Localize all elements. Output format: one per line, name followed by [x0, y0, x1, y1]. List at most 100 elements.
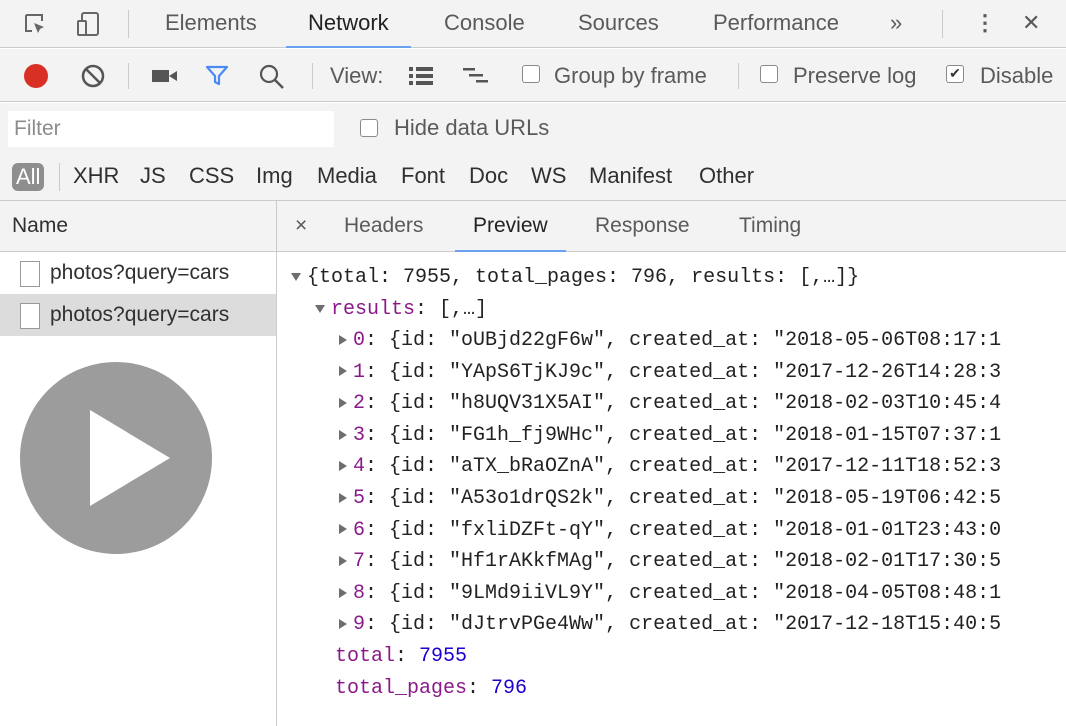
expand-triangle-icon[interactable] — [339, 555, 347, 566]
json-result-item[interactable]: 7: {id: "Hf1rAKkfMAg", created_at: "2018… — [339, 546, 1001, 577]
type-font[interactable]: Font — [401, 153, 445, 199]
json-result-item[interactable]: 6: {id: "fxliDZFt-qY", created_at: "2018… — [339, 515, 1001, 546]
filter-icon[interactable] — [204, 63, 230, 94]
large-rows-icon[interactable] — [408, 65, 434, 92]
result-id: "aTX_bRaOZnA" — [449, 455, 606, 479]
type-css[interactable]: CSS — [189, 153, 234, 199]
result-created-at: "2018-05-19T06:42:5 — [773, 487, 1002, 510]
type-other[interactable]: Other — [699, 153, 754, 199]
type-ws[interactable]: WS — [531, 153, 566, 199]
request-detail-pane: × Headers Preview Response Timing {total… — [277, 201, 1066, 726]
result-id: "oUBjd22gF6w" — [449, 329, 606, 352]
tab-headers[interactable]: Headers — [344, 201, 423, 251]
search-icon[interactable] — [258, 63, 286, 96]
disable-cache-checkbox[interactable]: ✔ — [946, 65, 964, 83]
separator — [128, 10, 129, 38]
request-row[interactable]: photos?query=cars — [0, 252, 276, 294]
json-results-node[interactable]: results: [,…] — [315, 294, 487, 325]
view-label: View: — [330, 63, 384, 88]
json-result-item[interactable]: 0: {id: "oUBjd22gF6w", created_at: "2018… — [339, 325, 1001, 356]
expand-triangle-icon[interactable] — [291, 272, 301, 281]
tab-sources[interactable]: Sources — [578, 0, 659, 47]
kebab-menu-icon[interactable]: ⋮ — [974, 0, 996, 47]
json-result-item[interactable]: 5: {id: "A53o1drQS2k", created_at: "2018… — [339, 483, 1001, 514]
filter-input[interactable] — [8, 111, 334, 147]
waterfall-icon[interactable] — [462, 66, 490, 91]
expand-triangle-icon[interactable] — [339, 397, 347, 408]
json-preview: {total: 7955, total_pages: 796, results:… — [277, 252, 1066, 700]
result-created-at: "2018-04-05T08:48:1 — [773, 581, 1002, 605]
preserve-log-checkbox[interactable] — [760, 65, 778, 83]
tab-preview[interactable]: Preview — [455, 201, 566, 252]
detail-tab-bar: × Headers Preview Response Timing — [277, 201, 1066, 252]
type-all[interactable]: All — [12, 163, 45, 191]
result-created-at: "2018-02-01T17:30:5 — [773, 550, 1002, 574]
result-id: "dJtrvPGe4Ww" — [449, 613, 606, 637]
json-total-pages-node: total_pages: 796 — [335, 677, 528, 700]
root-summary-text: {total: 7955, total_pages: 796, results:… — [307, 266, 860, 289]
results-summary: : [,…] — [415, 298, 488, 321]
result-id: "fxliDZFt-qY" — [449, 518, 606, 542]
inspect-element-icon[interactable] — [22, 11, 48, 37]
type-xhr[interactable]: XHR — [73, 153, 119, 199]
group-by-frame-label: Group by frame — [554, 63, 707, 88]
camera-icon[interactable] — [150, 66, 180, 91]
play-icon — [90, 410, 170, 506]
video-play-button[interactable] — [20, 362, 212, 554]
request-row-selected[interactable]: photos?query=cars — [0, 294, 276, 336]
tab-performance[interactable]: Performance — [713, 0, 839, 47]
separator — [312, 63, 313, 89]
expand-triangle-icon[interactable] — [339, 587, 347, 598]
request-name: photos?query=cars — [50, 261, 230, 284]
result-id: "9LMd9iiVL9Y" — [449, 581, 606, 605]
expand-triangle-icon[interactable] — [339, 461, 347, 472]
preserve-log-label: Preserve log — [793, 63, 917, 88]
total-pages-value: 796 — [491, 677, 528, 700]
disable-cache-label: Disable — [980, 63, 1054, 88]
type-img[interactable]: Img — [256, 153, 293, 199]
tab-network[interactable]: Network — [286, 0, 411, 48]
json-root-summary[interactable]: {total: 7955, total_pages: 796, results:… — [291, 262, 859, 293]
json-result-item[interactable]: 2: {id: "h8UQV31X5AI", created_at: "2018… — [339, 388, 1001, 419]
json-result-item[interactable]: 3: {id: "FG1h_fj9WHc", created_at: "2018… — [339, 420, 1001, 451]
more-tabs-button[interactable]: » — [890, 0, 902, 47]
result-created-at: "2018-05-06T08:17:1 — [773, 329, 1002, 352]
total-key: total — [335, 645, 396, 668]
type-js[interactable]: JS — [140, 153, 166, 199]
tab-response[interactable]: Response — [595, 201, 690, 251]
total-pages-key: total_pages — [335, 677, 468, 700]
clear-icon[interactable] — [80, 63, 106, 94]
tab-console[interactable]: Console — [444, 0, 525, 47]
close-detail-icon[interactable]: × — [295, 201, 307, 251]
json-result-item[interactable]: 9: {id: "dJtrvPGe4Ww", created_at: "2017… — [339, 609, 1001, 640]
hide-data-urls-label: Hide data URLs — [394, 115, 550, 140]
tab-elements[interactable]: Elements — [165, 0, 257, 47]
json-result-item[interactable]: 4: {id: "aTX_bRaOZnA", created_at: "2017… — [339, 451, 1001, 482]
type-manifest[interactable]: Manifest — [589, 153, 672, 199]
expand-triangle-icon[interactable] — [339, 429, 347, 440]
result-id: "YApS6TjKJ9c" — [449, 360, 606, 384]
result-index: 5 — [353, 487, 366, 510]
expand-triangle-icon[interactable] — [315, 304, 325, 313]
devtools-tab-bar: Elements Network Console Sources Perform… — [0, 0, 1066, 48]
type-media[interactable]: Media — [317, 153, 377, 199]
device-toolbar-icon[interactable] — [76, 11, 102, 37]
json-result-item[interactable]: 1: {id: "YApS6TjKJ9c", created_at: "2017… — [339, 357, 1001, 388]
expand-triangle-icon[interactable] — [339, 366, 347, 377]
hide-data-urls-checkbox[interactable] — [360, 119, 378, 137]
request-list: Name photos?query=cars photos?query=cars — [0, 201, 277, 726]
expand-triangle-icon[interactable] — [339, 334, 347, 345]
group-by-frame-checkbox[interactable] — [522, 65, 540, 83]
tab-timing[interactable]: Timing — [739, 201, 801, 251]
result-index: 8 — [353, 581, 366, 605]
close-icon[interactable]: ✕ — [1022, 0, 1040, 47]
file-icon — [20, 261, 40, 287]
record-icon[interactable] — [24, 64, 48, 88]
result-id: "FG1h_fj9WHc" — [449, 423, 606, 447]
json-result-item[interactable]: 8: {id: "9LMd9iiVL9Y", created_at: "2018… — [339, 578, 1001, 609]
type-doc[interactable]: Doc — [469, 153, 508, 199]
expand-triangle-icon[interactable] — [339, 619, 347, 630]
expand-triangle-icon[interactable] — [339, 492, 347, 503]
name-column-header[interactable]: Name — [0, 201, 276, 252]
expand-triangle-icon[interactable] — [339, 524, 347, 535]
